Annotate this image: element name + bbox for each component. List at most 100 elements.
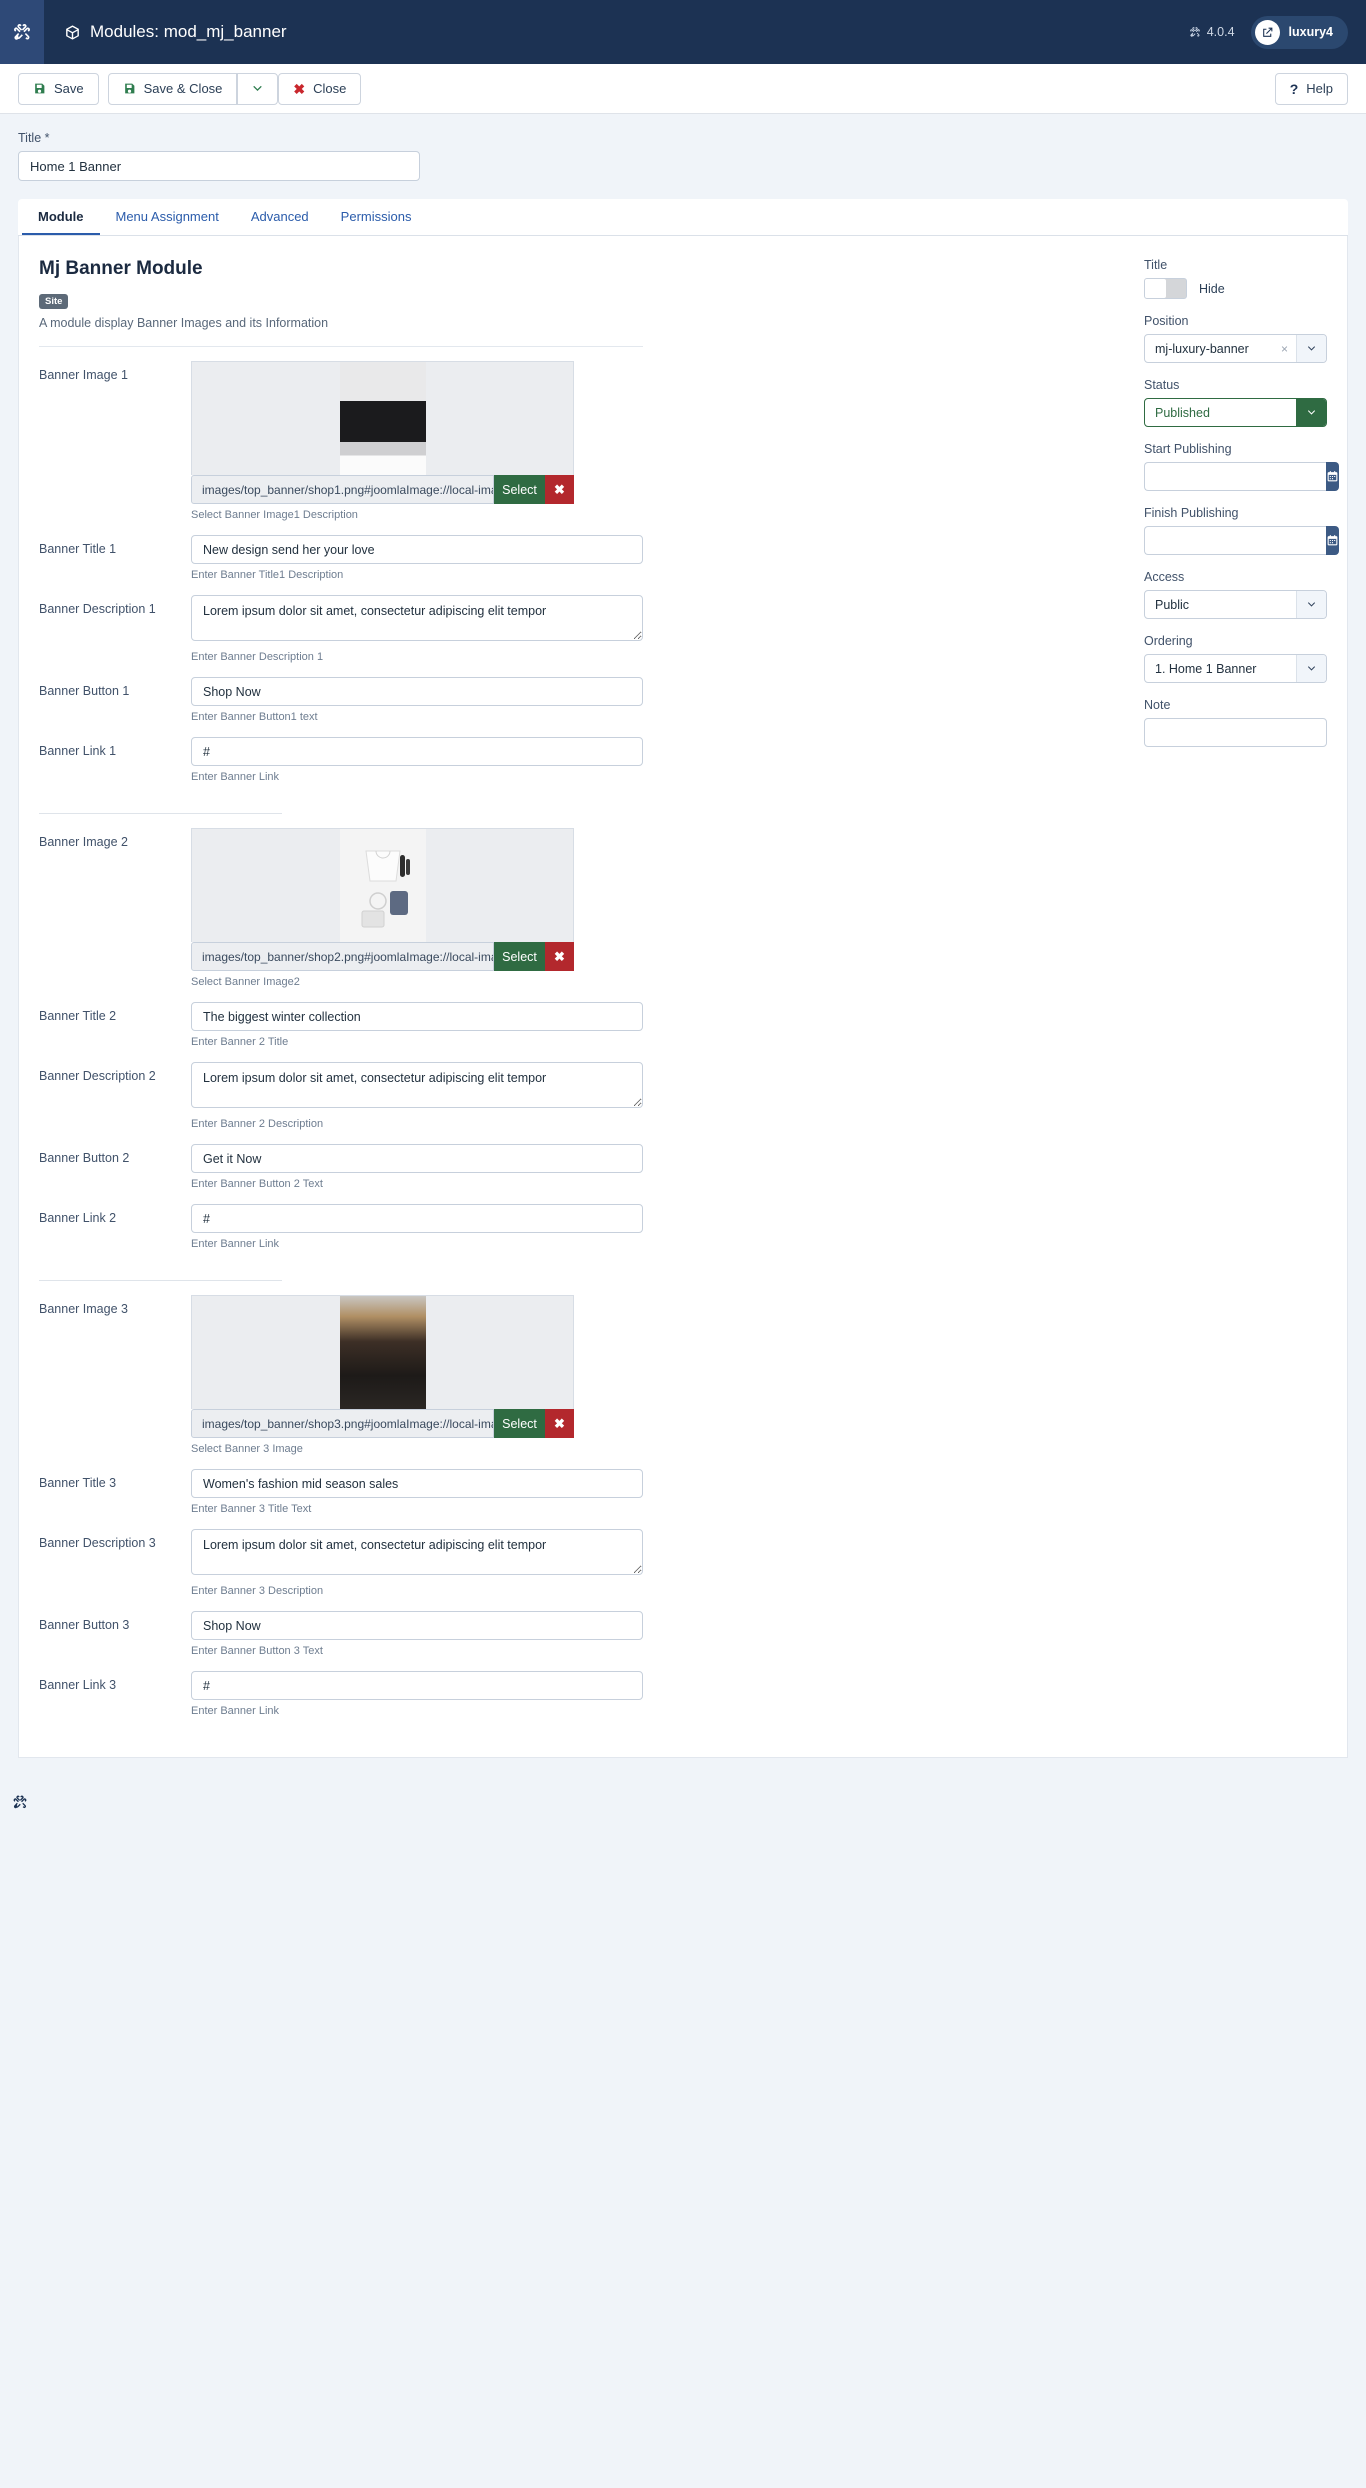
banner-image-2-select-button[interactable]: Select [494,942,545,971]
banner-button-1-input[interactable] [191,677,643,706]
banner-link-2-help: Enter Banner Link [191,1238,280,1250]
module-sidebar-column: Title Hide Position mj-luxury-banner × S… [1144,258,1339,1717]
site-name-label: luxury4 [1288,25,1333,39]
banner-title-3-row: Banner Title 3 Enter Banner 3 Title Text [39,1469,643,1515]
banner-title-1-control: Enter Banner Title1 Description [191,535,643,581]
start-publishing-calendar-button[interactable] [1326,462,1339,491]
banner-button-1-help: Enter Banner Button1 text [191,711,318,723]
module-client-badge: Site [39,294,69,309]
banner-button-3-input[interactable] [191,1611,643,1640]
banner-link-3-input[interactable] [191,1671,643,1700]
chevron-down-icon [1296,655,1326,682]
banner-button-3-help: Enter Banner Button 3 Text [191,1645,323,1657]
access-value: Public [1155,597,1190,612]
banner-image-1-path[interactable]: images/top_banner/shop1.png#joomlaImage:… [191,475,494,504]
banner-title-3-label: Banner Title 3 [39,1476,117,1490]
tab-menu-assignment[interactable]: Menu Assignment [100,199,235,235]
title-show-toggle-row: Hide [1144,278,1327,299]
chevron-down-icon [1296,335,1326,362]
banner-image-3-thumbnail [339,1296,426,1409]
access-label: Access [1144,570,1185,584]
banner-link-1-help: Enter Banner Link [191,771,280,783]
tab-module[interactable]: Module [22,199,100,235]
banner-description-2-label: Banner Description 2 [39,1069,156,1083]
access-select[interactable]: Public [1144,590,1327,619]
media-bar-3: images/top_banner/shop3.png#joomlaImage:… [191,1409,574,1438]
banner-image-3-select-button[interactable]: Select [494,1409,545,1438]
start-publishing-group: Start Publishing [1144,442,1339,491]
banner-title-2-input[interactable] [191,1002,643,1031]
banner-link-3-label: Banner Link 3 [39,1678,117,1692]
banner-link-1-control: Enter Banner Link [191,737,643,783]
divider [39,346,643,347]
note-input[interactable] [1144,718,1327,747]
banner-button-2-row: Banner Button 2 Enter Banner Button 2 Te… [39,1144,643,1190]
banner-image-3-path[interactable]: images/top_banner/shop3.png#joomlaImage:… [191,1409,494,1438]
banner-image-3-preview [191,1295,574,1409]
chevron-down-icon [1296,591,1326,618]
banner-description-1-row: Banner Description 1 Lorem ipsum dolor s… [39,595,643,663]
page-title-text: Modules: mod_mj_banner [90,22,287,41]
banner-image-2-path[interactable]: images/top_banner/shop2.png#joomlaImage:… [191,942,494,971]
banner-separator-2 [39,1280,282,1281]
close-button[interactable]: ✖ Close [278,72,362,105]
help-button[interactable]: ? Help [1274,72,1348,105]
start-publishing-input[interactable] [1144,462,1326,491]
banner-image-2-row: Banner Image 2 images/top_banner/shop2.p… [39,828,643,988]
position-select[interactable]: mj-luxury-banner × [1144,334,1327,363]
status-select[interactable]: Published [1144,398,1327,427]
save-and-close-button[interactable]: Save & Close [107,72,238,105]
tabs-wrapper: Module Menu Assignment Advanced Permissi… [0,181,1366,236]
save-dropdown-toggle[interactable] [237,72,279,105]
banner-link-2-row: Banner Link 2 Enter Banner Link [39,1204,643,1250]
title-show-toggle[interactable] [1144,278,1187,299]
cube-icon [66,24,79,40]
banner-image-1-clear-button[interactable]: ✖ [545,475,574,504]
ordering-value: 1. Home 1 Banner [1155,661,1257,676]
banner-title-3-input[interactable] [191,1469,643,1498]
finish-publishing-field [1144,526,1339,555]
tab-advanced[interactable]: Advanced [235,199,325,235]
banner-button-2-input[interactable] [191,1144,643,1173]
banner-description-3-help: Enter Banner 3 Description [191,1585,324,1597]
status-group: Status Published [1144,378,1327,427]
media-field-1: images/top_banner/shop1.png#joomlaImage:… [191,361,574,521]
finish-publishing-input[interactable] [1144,526,1326,555]
chevron-down-icon [253,85,263,92]
ordering-select[interactable]: 1. Home 1 Banner [1144,654,1327,683]
banner-description-1-textarea[interactable]: Lorem ipsum dolor sit amet, consectetur … [191,595,643,641]
editor-toolbar: Save Save & Close ✖ Close ? Help [0,64,1366,114]
banner-description-2-textarea[interactable]: Lorem ipsum dolor sit amet, consectetur … [191,1062,643,1108]
joomla-footer-logo-icon [13,1795,27,1809]
title-input[interactable] [18,151,420,181]
calendar-icon [1327,535,1338,546]
banner-image-2-control: images/top_banner/shop2.png#joomlaImage:… [191,828,643,988]
banner-link-2-label: Banner Link 2 [39,1211,117,1225]
banner-image-2-thumbnail [339,829,426,942]
joomla-logo-button[interactable] [0,0,44,64]
banner-link-1-input[interactable] [191,737,643,766]
position-clear-icon[interactable]: × [1281,342,1296,356]
banner-title-1-label: Banner Title 1 [39,542,117,556]
title-show-group: Title Hide [1144,258,1327,299]
banner-link-2-input[interactable] [191,1204,643,1233]
banner-image-2-clear-button[interactable]: ✖ [545,942,574,971]
tab-permissions[interactable]: Permissions [325,199,428,235]
banner-image-1-select-button[interactable]: Select [494,475,545,504]
banner-title-1-input[interactable] [191,535,643,564]
banner-button-1-row: Banner Button 1 Enter Banner Button1 tex… [39,677,643,723]
floppy-disk-icon [124,83,135,94]
header-right-area: 4.0.4 luxury4 [1189,15,1366,49]
finish-publishing-calendar-button[interactable] [1326,526,1339,555]
module-main-column: Mj Banner Module Site A module display B… [39,258,643,1717]
banner-title-3-control: Enter Banner 3 Title Text [191,1469,643,1515]
banner-description-3-textarea[interactable]: Lorem ipsum dolor sit amet, consectetur … [191,1529,643,1575]
preview-site-link[interactable]: luxury4 [1250,15,1348,49]
title-field-label: Title * [18,131,50,145]
save-button[interactable]: Save [18,72,99,105]
banner-image-1-help: Select Banner Image1 Description [191,509,358,521]
banner-button-3-control: Enter Banner Button 3 Text [191,1611,643,1657]
banner-link-2-control: Enter Banner Link [191,1204,643,1250]
banner-image-3-clear-button[interactable]: ✖ [545,1409,574,1438]
banner-description-1-help: Enter Banner Description 1 [191,651,324,663]
